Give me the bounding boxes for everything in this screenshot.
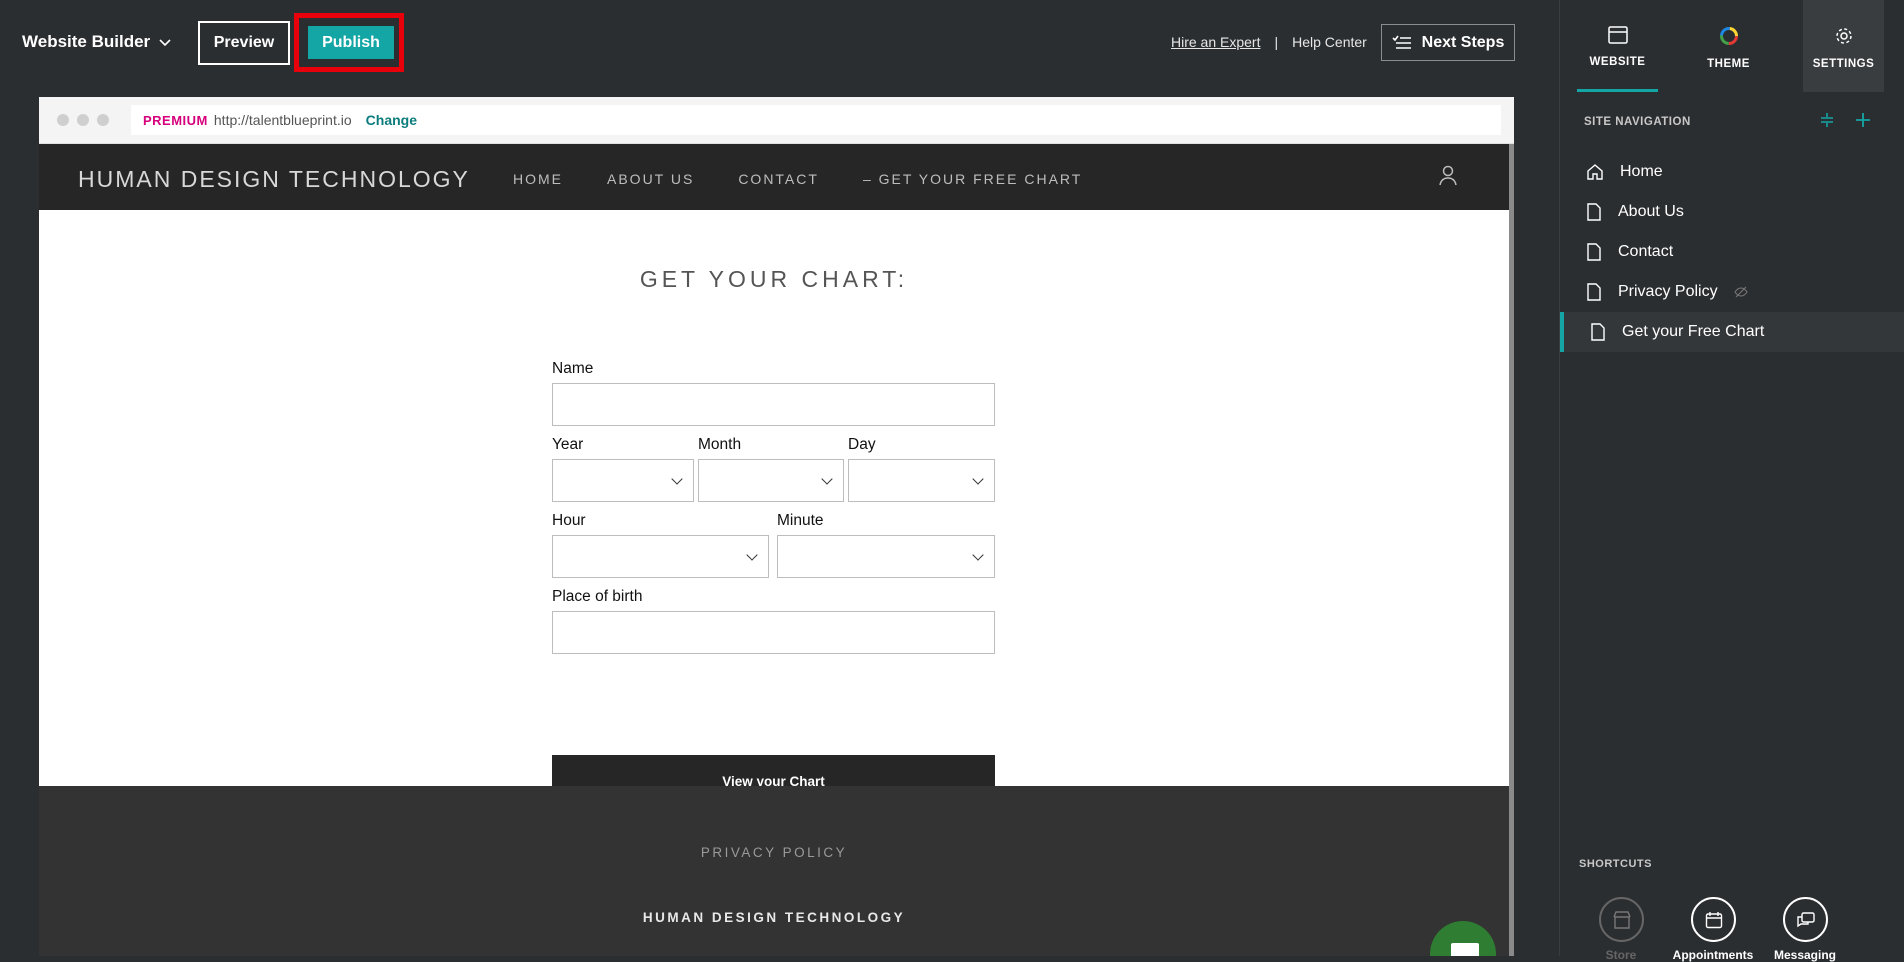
nav-item-label: Get your Free Chart [1622, 323, 1765, 340]
site-url: http://talentblueprint.io [213, 112, 352, 128]
calendar-icon [1705, 911, 1722, 928]
footer-privacy-link[interactable]: PRIVACY POLICY [39, 845, 1509, 860]
nav-item-about-us[interactable]: About Us [1560, 192, 1904, 232]
hidden-eye-icon [1733, 286, 1748, 298]
premium-badge: PREMIUM [143, 112, 208, 128]
user-icon[interactable] [1437, 164, 1459, 188]
minute-select[interactable] [777, 535, 995, 578]
footer-brand: HUMAN DESIGN TECHNOLOGY [642, 910, 906, 925]
day-select[interactable] [848, 459, 995, 502]
chat-icon[interactable] [1430, 921, 1496, 956]
appointments-shortcut[interactable] [1691, 897, 1736, 942]
gear-icon [1835, 28, 1852, 44]
checklist-icon [1392, 35, 1411, 49]
top-links: Hire an Expert | Help Center [1171, 34, 1367, 50]
site-navigation-heading: SITE NAVIGATION [1584, 116, 1691, 128]
site-preview-frame: PREMIUM http://talentblueprint.io Change… [39, 97, 1514, 956]
appointments-shortcut-label: Appointments [1672, 948, 1754, 962]
tab-settings[interactable]: SETTINGS [1803, 0, 1884, 92]
page-body[interactable]: GET YOUR CHART: Name Year Month Day Hour… [39, 210, 1509, 808]
tab-website-label: WEBSITE [1589, 56, 1646, 68]
name-field[interactable] [552, 383, 995, 426]
change-domain-link[interactable]: Change [366, 112, 417, 128]
site-nav: HOME ABOUT US CONTACT – GET YOUR FREE CH… [513, 171, 1126, 187]
messaging-shortcut-label: Messaging [1773, 948, 1836, 962]
nav-tools [1819, 112, 1871, 128]
url-field: PREMIUM http://talentblueprint.io Change [131, 105, 1501, 135]
nav-item-free-chart[interactable]: Get your Free Chart [1560, 312, 1904, 352]
store-shortcut-label: Store [1605, 948, 1637, 962]
page-icon [1587, 203, 1601, 221]
nav-item-label: Contact [1618, 243, 1674, 260]
browser-window-icon [1607, 26, 1628, 44]
store-icon [1612, 910, 1631, 929]
reorder-icon[interactable] [1819, 112, 1835, 128]
next-steps-button[interactable]: Next Steps [1381, 24, 1515, 61]
editor-panel: WEBSITE THEME SETTINGS SITE NAVIGATION H… [1559, 0, 1904, 962]
form-heading: GET YOUR CHART: [639, 266, 909, 292]
place-of-birth-field[interactable] [552, 611, 995, 654]
place-of-birth-label: Place of birth [552, 588, 643, 605]
tab-website[interactable]: WEBSITE [1577, 0, 1658, 92]
nav-item-privacy-policy[interactable]: Privacy Policy [1560, 272, 1904, 312]
color-wheel-icon [1719, 27, 1738, 45]
add-page-icon[interactable] [1855, 112, 1871, 128]
hour-select[interactable] [552, 535, 769, 578]
shortcuts-heading: SHORTCUTS [1579, 858, 1652, 870]
preview-scrollbar[interactable] [1509, 144, 1514, 956]
next-steps-label: Next Steps [1421, 33, 1505, 51]
hour-label: Hour [552, 512, 586, 529]
site-logo[interactable]: HUMAN DESIGN TECHNOLOGY [78, 166, 470, 193]
tab-theme[interactable]: THEME [1688, 0, 1769, 92]
home-icon [1587, 164, 1603, 180]
site-nav-contact[interactable]: CONTACT [738, 171, 819, 187]
site-footer[interactable]: PRIVACY POLICY HUMAN DESIGN TECHNOLOGY [39, 786, 1509, 956]
panel-tabs: WEBSITE THEME SETTINGS [1560, 0, 1904, 92]
month-label: Month [698, 436, 742, 453]
month-select[interactable] [698, 459, 844, 502]
year-select[interactable] [552, 459, 694, 502]
chevron-down-icon [159, 39, 171, 47]
nav-item-label: Home [1620, 163, 1663, 180]
window-dots [57, 114, 109, 126]
name-label: Name [552, 360, 594, 377]
browser-bar: PREMIUM http://talentblueprint.io Change [39, 97, 1514, 144]
website-builder-menu[interactable]: Website Builder [22, 32, 172, 52]
top-bar: Website Builder Preview Publish Hire an … [0, 0, 1559, 85]
app-name: Website Builder [22, 32, 151, 51]
preview-button[interactable]: Preview [198, 21, 290, 65]
nav-item-home[interactable]: Home [1560, 152, 1904, 192]
page-icon [1587, 283, 1601, 301]
tab-settings-label: SETTINGS [1812, 58, 1875, 70]
site-nav-home[interactable]: HOME [513, 171, 563, 187]
day-label: Day [848, 436, 876, 453]
site-nav-free-chart[interactable]: – GET YOUR FREE CHART [863, 171, 1082, 187]
nav-item-label: Privacy Policy [1618, 283, 1718, 300]
separator: | [1274, 34, 1279, 50]
site-nav-about[interactable]: ABOUT US [607, 171, 694, 187]
year-label: Year [552, 436, 584, 453]
messaging-shortcut[interactable] [1783, 897, 1828, 942]
nav-item-contact[interactable]: Contact [1560, 232, 1904, 272]
publish-button[interactable]: Publish [308, 26, 394, 59]
help-center-link[interactable]: Help Center [1292, 34, 1367, 50]
publish-highlight: Publish [294, 13, 404, 72]
minute-label: Minute [777, 512, 824, 529]
hire-expert-link[interactable]: Hire an Expert [1171, 34, 1260, 50]
messages-icon [1796, 911, 1815, 927]
page-icon [1591, 323, 1605, 341]
nav-item-label: About Us [1618, 203, 1684, 220]
site-header[interactable]: HUMAN DESIGN TECHNOLOGY HOME ABOUT US CO… [39, 144, 1509, 210]
store-shortcut[interactable] [1599, 897, 1644, 942]
page-icon [1587, 243, 1601, 261]
tab-theme-label: THEME [1707, 58, 1750, 70]
